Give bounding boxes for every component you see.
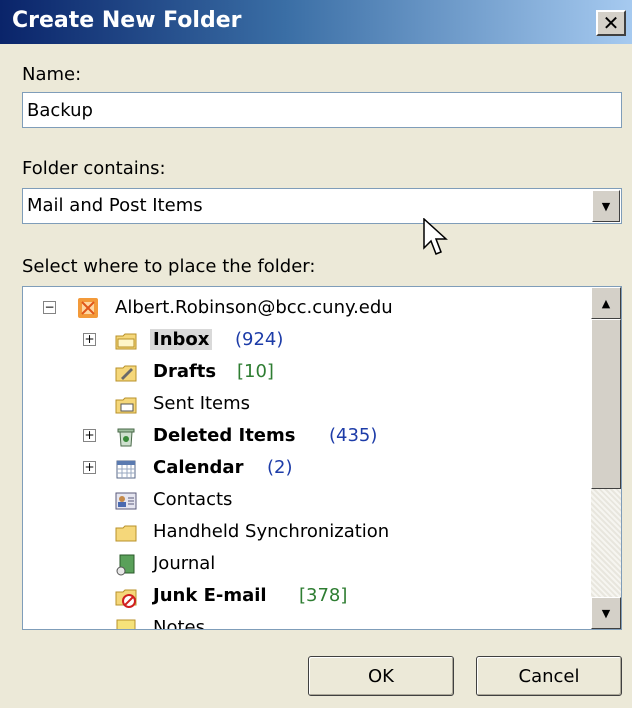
tree-item-calendar[interactable]: + Calendar (2) <box>23 453 583 485</box>
dialog-title: Create New Folder <box>12 8 242 33</box>
unread-count: (924) <box>235 329 284 350</box>
tree-item-label: Sent Items <box>153 393 251 414</box>
tree-item-label: Handheld Synchronization <box>153 521 390 542</box>
tree-item-label: Inbox <box>150 329 213 350</box>
scroll-down-button[interactable]: ▼ <box>591 597 621 629</box>
inbox-icon <box>115 333 137 350</box>
tree-item-contacts[interactable]: Contacts <box>23 485 583 517</box>
place-label: Select where to place the folder: <box>22 256 316 277</box>
tree-item-label: Drafts <box>153 361 217 382</box>
tree-item-handheld-synchronization[interactable]: Handheld Synchronization <box>23 517 583 549</box>
tree-item-label: Journal <box>153 553 216 574</box>
mouse-pointer-icon <box>423 218 448 255</box>
name-input[interactable] <box>22 92 622 128</box>
tree-item-journal[interactable]: Journal <box>23 549 583 581</box>
chevron-up-icon: ▲ <box>601 296 611 310</box>
notes-icon <box>116 619 136 629</box>
tree-root-label: Albert.Robinson@bcc.cuny.edu <box>115 297 393 318</box>
journal-icon <box>116 554 135 576</box>
title-bar: Create New Folder ✕ <box>0 0 632 44</box>
unread-count: (435) <box>329 425 378 446</box>
cancel-button[interactable]: Cancel <box>476 656 622 696</box>
tree-item-inbox[interactable]: + Inbox (924) <box>23 325 583 357</box>
contacts-icon <box>115 492 137 510</box>
chevron-down-icon: ▼ <box>601 606 611 620</box>
tree-item-label: Contacts <box>153 489 233 510</box>
tree-item-sent-items[interactable]: Sent Items <box>23 389 583 421</box>
scrollbar-thumb[interactable] <box>591 319 621 489</box>
dropdown-button[interactable]: ▼ <box>592 190 620 222</box>
expand-icon[interactable]: + <box>83 429 96 442</box>
unread-count: (2) <box>267 457 293 478</box>
drafts-icon <box>115 365 137 382</box>
expand-icon[interactable]: + <box>83 461 96 474</box>
tree-item-label: Junk E-mail <box>153 585 267 606</box>
tree-scrollbar[interactable]: ▲ ▼ <box>591 287 621 629</box>
name-label: Name: <box>22 64 82 85</box>
junk-email-icon <box>115 589 137 608</box>
collapse-icon[interactable]: − <box>43 301 56 314</box>
folder-contains-select[interactable]: Mail and Post Items ▼ <box>22 188 622 224</box>
tree-item-label: Deleted Items <box>153 425 296 446</box>
expand-icon[interactable]: + <box>83 333 96 346</box>
folder-contains-label: Folder contains: <box>22 158 166 179</box>
ok-button[interactable]: OK <box>308 656 454 696</box>
close-button[interactable]: ✕ <box>596 10 626 36</box>
close-icon: ✕ <box>602 11 620 35</box>
dialog-body: Name: Folder contains: Mail and Post Ite… <box>0 44 632 708</box>
calendar-icon <box>116 460 136 479</box>
folder-icon <box>115 525 137 542</box>
tree-item-notes[interactable]: Notes <box>23 613 583 630</box>
unread-count: [378] <box>299 585 348 606</box>
tree-root[interactable]: − Albert.Robinson@bcc.cuny.edu <box>23 293 583 325</box>
mailbox-icon <box>78 298 98 318</box>
scroll-up-button[interactable]: ▲ <box>591 287 621 319</box>
folder-contains-value: Mail and Post Items <box>27 195 203 216</box>
chevron-down-icon: ▼ <box>601 199 611 213</box>
folder-tree[interactable]: − Albert.Robinson@bcc.cuny.edu + Inbox (… <box>22 286 622 630</box>
sent-items-icon <box>115 397 137 414</box>
tree-item-junk-email[interactable]: Junk E-mail [378] <box>23 581 583 613</box>
unread-count: [10] <box>237 361 274 382</box>
tree-item-label: Notes <box>153 617 205 630</box>
tree-item-deleted-items[interactable]: + Deleted Items (435) <box>23 421 583 453</box>
deleted-items-icon <box>117 428 135 447</box>
tree-item-drafts[interactable]: Drafts [10] <box>23 357 583 389</box>
tree-item-label: Calendar <box>153 457 244 478</box>
